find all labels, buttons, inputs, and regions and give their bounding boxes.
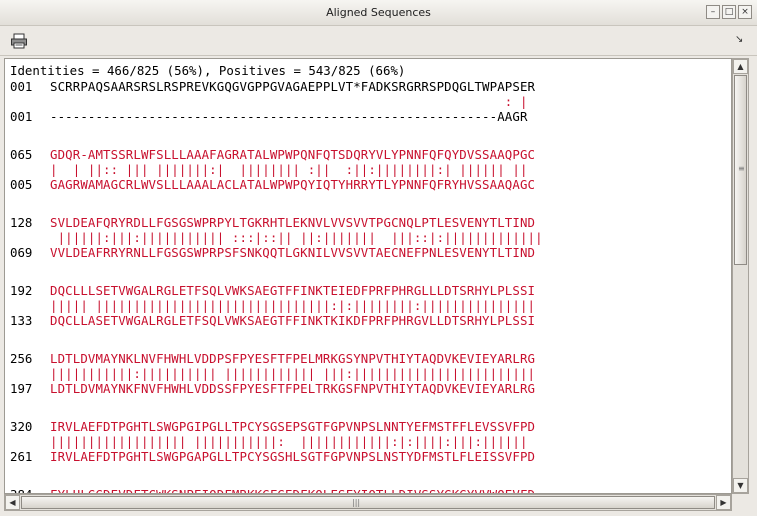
sequence-position: 069 — [10, 245, 33, 260]
minimize-icon[interactable]: – — [706, 5, 720, 19]
alignment-match-line: |||||||||||:|||||||||| |||||||||||| |||:… — [10, 366, 535, 381]
sequence-text: IRVLAEFDTPGHTLSWGPGAPGLLTPCYSGSHLSGTFGPV… — [50, 449, 536, 464]
alignment-top-line: 001 SCRRPAQSAARSRSLRSPREVKGQGVGPPGVAGAEPP… — [10, 79, 535, 94]
match-line: ||||||:|||:||||||||||| :::|::|| ||:|||||… — [50, 230, 543, 245]
sequence-position: 001 — [10, 79, 33, 94]
horizontal-scroll-thumb[interactable]: ||| — [21, 496, 715, 509]
vertical-scroll-thumb[interactable]: ≡ — [734, 75, 747, 265]
vertical-scrollbar[interactable]: ▲ ≡ ▼ — [732, 58, 749, 494]
sequence-text: LDTLDVMAYNKFNVFHWHLVDDSSFPYESFTFPELTRKGS… — [50, 381, 536, 396]
alignment-bottom-line: 001 -------------------------------------… — [10, 109, 528, 124]
alignment-bottom-line: 261 IRVLAEFDTPGHTLSWGPGAPGLLTPCYSGSHLSGTF… — [10, 449, 535, 464]
sequence-position: 320 — [10, 419, 33, 434]
alignment-bottom-line: 005 GAGRWAMAGCRLWVSLLLAAALACLATALWPWPQYIQ… — [10, 177, 535, 192]
sequence-text: IRVLAEFDTPGHTLSWGPGIPGLLTPCYSGSEPSGTFGPV… — [50, 419, 536, 434]
alignment-summary: Identities = 466/825 (56%), Positives = … — [10, 63, 406, 78]
alignment-top-line: 192 DQCLLLSETVWGALRGLETFSQLVWKSAEGTFFINKT… — [10, 283, 535, 298]
alignment-match-line: ||||||:|||:||||||||||| :::|::|| ||:|||||… — [10, 230, 543, 245]
alignment-top-line: 256 LDTLDVMAYNKLNVFHWHLVDDPSFPYESFTFPELMR… — [10, 351, 535, 366]
alignment-view[interactable]: Identities = 466/825 (56%), Positives = … — [4, 58, 732, 494]
close-icon[interactable]: × — [738, 5, 752, 19]
sequence-position: 133 — [10, 313, 33, 328]
window-title: Aligned Sequences — [326, 6, 431, 19]
sequence-position: 192 — [10, 283, 33, 298]
match-line: |||||||||||:|||||||||| |||||||||||| |||:… — [50, 366, 536, 381]
maximize-icon[interactable]: □ — [722, 5, 736, 19]
match-line: |||||||||||||||||| |||||||||||: ||||||||… — [50, 434, 528, 449]
printer-icon[interactable] — [10, 32, 28, 50]
sequence-text: VVLDEAFRRYRNLLFGSGSWPRPSFSNKQQTLGKNILVVS… — [50, 245, 536, 260]
alignment-match-line: ||||| |||||||||||||||||||||||||||||||:|:… — [10, 298, 535, 313]
grip-icon: ||| — [352, 498, 361, 507]
window-titlebar: Aligned Sequences – □ × — [0, 0, 757, 26]
alignment-match-line: : | — [10, 94, 528, 109]
sequence-text: GDQR-AMTSSRLWFSLLLAAAFAGRATALWPWPQNFQTSD… — [50, 147, 536, 162]
match-line: : | — [50, 94, 528, 109]
sequence-position: 197 — [10, 381, 33, 396]
match-line: | | ||:: ||| |||||||:| |||||||| :|| :||:… — [50, 162, 528, 177]
sequence-position: 128 — [10, 215, 33, 230]
sequence-text: ----------------------------------------… — [50, 109, 528, 124]
horizontal-scrollbar[interactable]: ◀ ||| ▶ — [4, 494, 732, 511]
sequence-text: GAGRWAMAGCRLWVSLLLAAALACLATALWPWPQYIQTYH… — [50, 177, 536, 192]
sequence-position: 065 — [10, 147, 33, 162]
alignment-top-line: 320 IRVLAEFDTPGHTLSWGPGIPGLLTPCYSGSEPSGTF… — [10, 419, 535, 434]
sequence-position: 001 — [10, 109, 33, 124]
grip-icon: ≡ — [738, 164, 745, 173]
pin-icon[interactable]: ↘ — [735, 35, 745, 45]
sequence-text: SCRRPAQSAARSRSLRSPREVKGQGVGPPGVAGAEPPLVT… — [50, 79, 536, 94]
alignment-match-line: | | ||:: ||| |||||||:| |||||||| :|| :||:… — [10, 162, 528, 177]
sequence-position: 384 — [10, 487, 50, 493]
sequence-position: 256 — [10, 351, 33, 366]
alignment-top-line: 384FYLHLGGDEVDFTCWKSNPEIQDFMRKKGFGEDFKQL… — [10, 487, 535, 493]
sequence-text: DQCLLLSETVWGALRGLETFSQLVWKSAEGTFFINKTEIE… — [50, 283, 536, 298]
sequence-text: SVLDEAFQRYRDLLFGSGSWPRPYLTGKRHTLEKNVLVVS… — [50, 215, 536, 230]
sequence-position: 261 — [10, 449, 33, 464]
sequence-text: DQCLLASETVWGALRGLETFSQLVWKSAEGTFFINKTKIK… — [50, 313, 536, 328]
scroll-down-icon[interactable]: ▼ — [733, 478, 748, 493]
toolbar: ↘ — [0, 26, 757, 56]
alignment-bottom-line: 069 VVLDEAFRRYRNLLFGSGSWPRPSFSNKQQTLGKNIL… — [10, 245, 535, 260]
alignment-top-line: 128 SVLDEAFQRYRDLLFGSGSWPRPYLTGKRHTLEKNVL… — [10, 215, 535, 230]
sequence-position: 005 — [10, 177, 33, 192]
alignment-top-line: 065 GDQR-AMTSSRLWFSLLLAAAFAGRATALWPWPQNFQ… — [10, 147, 535, 162]
sequence-text: LDTLDVMAYNKLNVFHWHLVDDPSFPYESFTFPELMRKGS… — [50, 351, 536, 366]
alignment-bottom-line: 133 DQCLLASETVWGALRGLETFSQLVWKSAEGTFFINKT… — [10, 313, 535, 328]
sequence-text: FYLHLGGDEVDFTCWKSNPEIQDFMRKKGFGEDFKQLESF… — [50, 487, 535, 493]
alignment-bottom-line: 197 LDTLDVMAYNKFNVFHWHLVDDSSFPYESFTFPELTR… — [10, 381, 535, 396]
alignment-match-line: |||||||||||||||||| |||||||||||: ||||||||… — [10, 434, 528, 449]
scroll-left-icon[interactable]: ◀ — [5, 495, 20, 510]
scroll-right-icon[interactable]: ▶ — [716, 495, 731, 510]
scroll-up-icon[interactable]: ▲ — [733, 59, 748, 74]
match-line: ||||| |||||||||||||||||||||||||||||||:|:… — [50, 298, 536, 313]
